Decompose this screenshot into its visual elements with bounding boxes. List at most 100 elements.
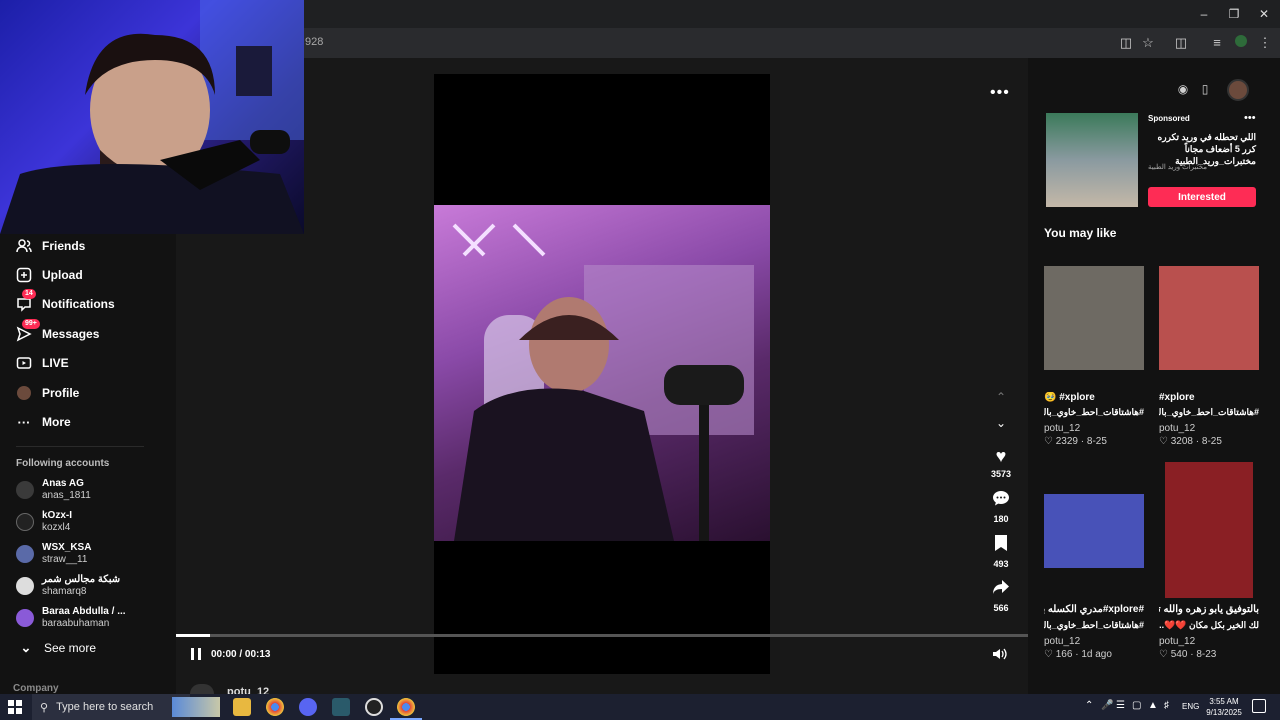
following-account[interactable]: WSX_KSA straw__11: [16, 540, 166, 568]
media-control-icon[interactable]: ≡: [1208, 34, 1226, 52]
sidebar-item-friends[interactable]: Friends: [16, 234, 85, 258]
card-caption: #هاشتاقات_احط_خاوي_بالي...: [1044, 407, 1144, 417]
following-account[interactable]: شبكة مجالس شمر shamarq8: [16, 572, 166, 600]
chrome-active-icon[interactable]: [397, 698, 415, 716]
account-username: anas_1811: [42, 490, 91, 501]
share-count: 566: [993, 603, 1009, 613]
chevron-up-icon[interactable]: ⌃: [1085, 700, 1093, 711]
card-caption: لك الخير بكل مكان ❤️❤️...: [1159, 620, 1259, 630]
volume-icon[interactable]: [992, 647, 1008, 664]
previous-video-button[interactable]: ⌃: [985, 390, 1017, 404]
sidebar-item-label: Profile: [42, 386, 80, 400]
interested-button[interactable]: Interested: [1148, 187, 1256, 207]
extensions-icon[interactable]: ◫: [1172, 34, 1190, 52]
card-likes: 540: [1170, 649, 1188, 660]
card-author[interactable]: potu_12: [1159, 636, 1195, 647]
see-more-button[interactable]: ⌄ See more: [18, 636, 96, 660]
discord-icon[interactable]: [299, 698, 317, 716]
windows-start-icon[interactable]: [8, 700, 22, 714]
following-account[interactable]: Anas AG anas_1811: [16, 476, 166, 504]
app-icon[interactable]: [332, 698, 350, 716]
network-icon[interactable]: ☰: [1116, 700, 1125, 711]
playback-time: 00:00 / 00:13: [211, 649, 271, 660]
account-name: kOzx-I: [42, 510, 73, 521]
heart-icon: ♡: [1044, 649, 1053, 660]
minimize-icon[interactable]: –: [1194, 6, 1214, 22]
card-title[interactable]: #xplore#مدري الكسله باربع ؟: [1044, 604, 1144, 615]
next-video-button[interactable]: ⌄: [985, 416, 1017, 430]
upload-icon: [16, 267, 32, 283]
sidebar-item-label: More: [42, 415, 71, 429]
avatar[interactable]: [1227, 79, 1249, 101]
file-explorer-icon[interactable]: [233, 698, 251, 716]
sidebar-item-live[interactable]: LIVE: [16, 351, 69, 375]
card-author[interactable]: potu_12: [1159, 423, 1195, 434]
card-author[interactable]: potu_12: [1044, 636, 1080, 647]
comment-button[interactable]: 180: [985, 489, 1017, 524]
profile-icon[interactable]: [1232, 34, 1250, 52]
profile-avatar: [16, 385, 32, 401]
bookmark-icon: [985, 534, 1017, 557]
video-content[interactable]: [434, 205, 770, 541]
more-options-icon[interactable]: •••: [990, 84, 1010, 102]
sidebar-item-label: Notifications: [42, 297, 115, 311]
webcam-overlay: [0, 0, 304, 234]
sidebar-item-more[interactable]: ··· More: [16, 410, 71, 434]
video-card-thumbnail[interactable]: [1044, 494, 1144, 568]
sidebar-item-messages[interactable]: 99+ Messages: [16, 319, 100, 346]
sidebar-item-label: Upload: [42, 268, 83, 282]
divider: [16, 446, 144, 447]
video-card-thumbnail[interactable]: [1165, 462, 1253, 598]
taskbar-search-input[interactable]: ⚲ Type here to search: [32, 694, 190, 720]
video-card-thumbnail[interactable]: [1044, 266, 1144, 370]
card-title[interactable]: بالتوفيق يابو زهره والله تتعدا: [1159, 604, 1259, 615]
close-icon[interactable]: ✕: [1254, 6, 1274, 22]
following-account[interactable]: Baraa Abdulla / ... baraabuhaman: [16, 604, 166, 632]
speaker-icon[interactable]: ♯: [1164, 700, 1169, 711]
ad-more-icon[interactable]: •••: [1244, 112, 1256, 124]
company-link[interactable]: Company: [13, 683, 59, 694]
sidebar-item-label: Friends: [42, 239, 86, 253]
like-button[interactable]: ♥ 3573: [985, 446, 1017, 479]
progress-bar[interactable]: [176, 634, 1028, 637]
install-app-icon[interactable]: ◫: [1117, 34, 1135, 52]
url-text[interactable]: 928: [305, 36, 323, 48]
avatar[interactable]: [190, 684, 214, 694]
chrome-icon[interactable]: [266, 698, 284, 716]
card-title[interactable]: #xplore: [1159, 392, 1259, 403]
microphone-icon[interactable]: 🎤: [1101, 700, 1113, 711]
sidebar-item-upload[interactable]: Upload: [16, 263, 83, 287]
account-username: baraabuhaman: [42, 618, 110, 629]
explore-icon[interactable]: ◉: [1175, 82, 1191, 98]
following-account[interactable]: kOzx-I kozxl4: [16, 508, 166, 536]
card-caption: #هاشتاقات_احط_خاوي_بالي...: [1159, 407, 1259, 417]
display-icon[interactable]: ▢: [1132, 700, 1141, 711]
card-date: 8-25: [1086, 436, 1107, 447]
system-clock[interactable]: 3:55 AM 9/13/2025: [1202, 696, 1246, 718]
card-author[interactable]: potu_12: [1044, 423, 1080, 434]
star-icon[interactable]: ☆: [1139, 34, 1157, 52]
card-meta: ♡ 2329 · 8-25: [1044, 436, 1107, 447]
ad-thumbnail[interactable]: [1046, 113, 1138, 207]
obs-icon[interactable]: [365, 698, 383, 716]
restore-icon[interactable]: ❐: [1224, 6, 1244, 22]
sidebar-item-label: Messages: [42, 327, 100, 341]
kebab-menu-icon[interactable]: ⋮: [1256, 34, 1274, 52]
sidebar-item-profile[interactable]: Profile: [16, 381, 79, 405]
share-button[interactable]: 566: [985, 578, 1017, 613]
card-date: 1d ago: [1081, 649, 1112, 660]
like-count: 3573: [990, 469, 1012, 479]
card-caption: #هاشتاقات_احط_خاوي_بالي...: [1044, 620, 1144, 630]
pause-icon[interactable]: [190, 647, 202, 664]
language-indicator[interactable]: ENG: [1182, 702, 1199, 711]
account-name: شبكة مجالس شمر: [42, 574, 121, 585]
sidebar-item-notifications[interactable]: 14 Notifications: [16, 289, 115, 316]
video-card-thumbnail[interactable]: [1159, 266, 1259, 370]
bookmark-button[interactable]: 493: [985, 534, 1017, 569]
card-title[interactable]: 🥹 #xplore: [1044, 392, 1144, 403]
comment-icon: [985, 489, 1017, 512]
card-likes: 166: [1055, 649, 1073, 660]
wifi-icon[interactable]: ▲: [1148, 700, 1158, 711]
phone-icon[interactable]: ▯: [1197, 82, 1213, 98]
notification-center-icon[interactable]: [1252, 699, 1266, 713]
